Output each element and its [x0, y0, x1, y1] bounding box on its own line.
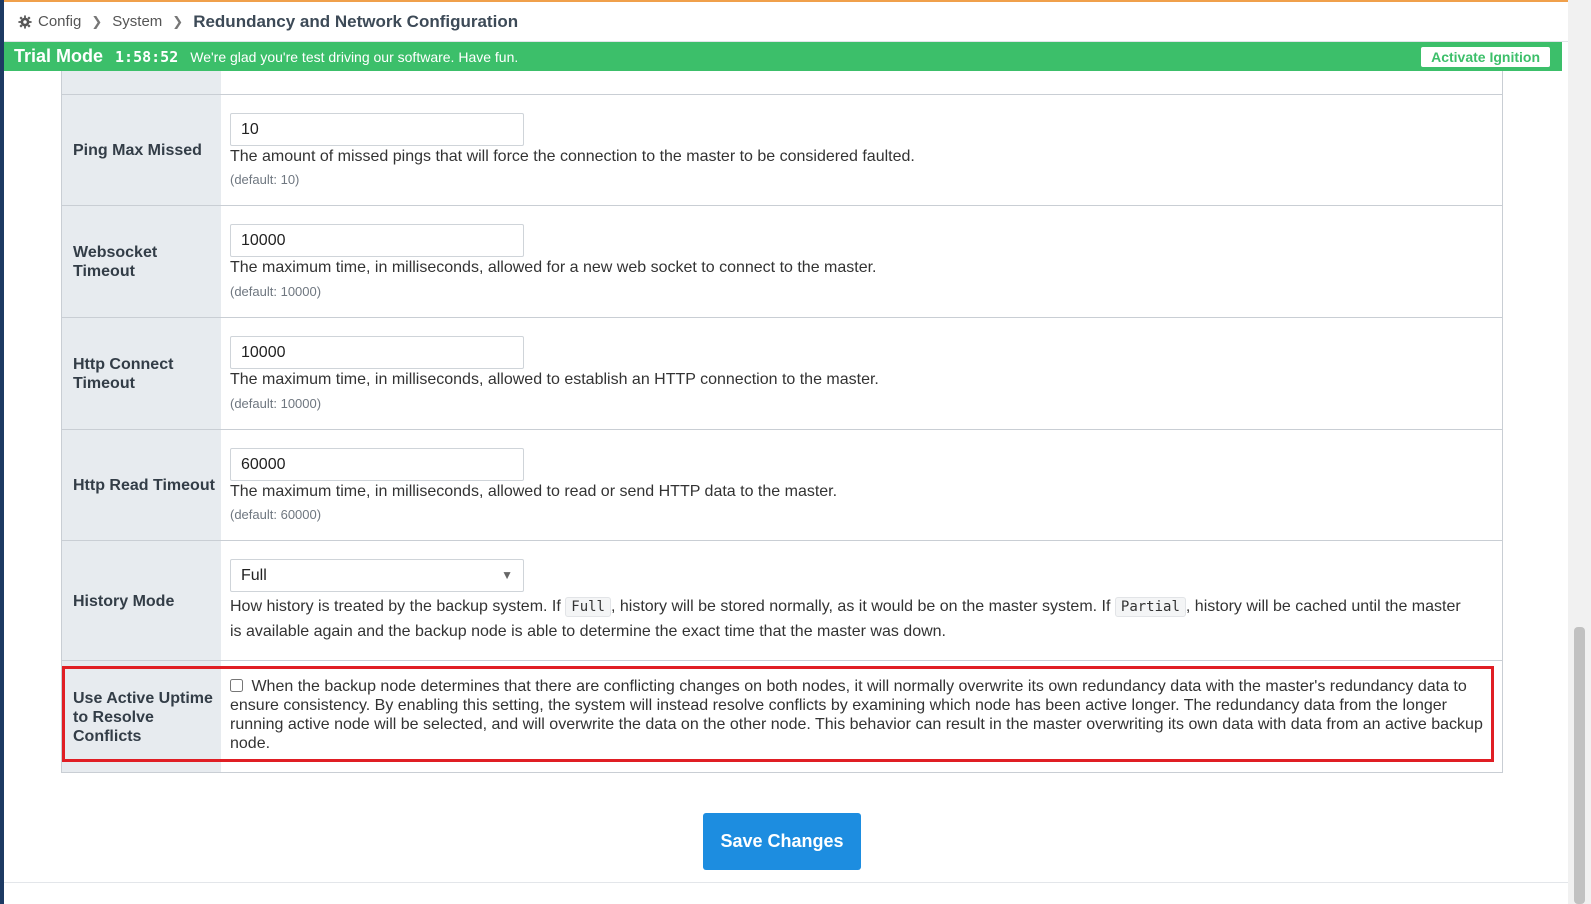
trial-message: We're glad you're test driving our softw… — [190, 48, 519, 65]
breadcrumb: Config ❯ System ❯ Redundancy and Network… — [4, 2, 1568, 42]
form-label-cell — [62, 71, 221, 95]
footer-divider — [4, 882, 1568, 883]
field-description: The amount of missed pings that will for… — [230, 148, 915, 165]
field-description: The maximum time, in milliseconds, allow… — [230, 259, 877, 276]
save-changes-button[interactable]: Save Changes — [703, 813, 861, 870]
trial-mode-label: Trial Mode — [14, 46, 104, 66]
settings-form-table: Ping Max Missed 10 The amount of missed … — [61, 71, 1503, 773]
field-description: When the backup node determines that the… — [230, 678, 1483, 752]
scrollbar-thumb[interactable] — [1574, 627, 1585, 904]
field-label: Websocket Timeout — [62, 206, 221, 318]
history-mode-select[interactable]: Full ▼ — [230, 559, 524, 592]
field-default: (default: 10) — [230, 172, 300, 187]
code-full: Full — [565, 597, 611, 617]
form-row-websocket-timeout: Websocket Timeout 10000 The maximum time… — [62, 205, 1502, 318]
field-label: Ping Max Missed — [62, 95, 221, 206]
chevron-right-icon: ❯ — [91, 13, 103, 29]
left-sidebar-edge — [0, 0, 4, 904]
trial-banner: Trial Mode 1:58:52 We're glad you're tes… — [4, 42, 1562, 71]
field-label: Http Read Timeout — [62, 430, 221, 541]
field-label: Http Connect Timeout — [62, 318, 221, 430]
field-description-line2: is available again and the backup node i… — [230, 623, 946, 640]
dropdown-arrow-icon: ▼ — [501, 568, 513, 582]
trial-timer: 1:58:52 — [115, 47, 179, 66]
form-row-http-read-timeout: Http Read Timeout 60000 The maximum time… — [62, 429, 1502, 541]
code-partial: Partial — [1114, 597, 1186, 617]
history-mode-selected-value: Full — [241, 567, 267, 584]
page-title: Redundancy and Network Configuration — [193, 11, 519, 31]
websocket-timeout-input[interactable]: 10000 — [230, 224, 524, 257]
activate-ignition-button[interactable]: Activate Ignition — [1421, 47, 1550, 67]
field-description: The maximum time, in milliseconds, allow… — [230, 483, 838, 500]
form-row-ping-max-missed: Ping Max Missed 10 The amount of missed … — [62, 94, 1502, 206]
gear-icon — [18, 14, 32, 29]
chevron-right-icon: ❯ — [172, 13, 184, 29]
field-default: (default: 60000) — [230, 507, 322, 522]
field-label: History Mode — [62, 541, 221, 661]
http-read-timeout-input[interactable]: 60000 — [230, 448, 524, 481]
breadcrumb-config-link[interactable]: Config — [38, 13, 81, 30]
field-description: How history is treated by the backup sys… — [230, 597, 1461, 617]
ping-max-missed-input[interactable]: 10 — [230, 113, 524, 146]
form-row-previous — [62, 71, 1502, 95]
field-default: (default: 10000) — [230, 284, 322, 299]
http-connect-timeout-input[interactable]: 10000 — [230, 336, 524, 369]
form-row-http-connect-timeout: Http Connect Timeout 10000 The maximum t… — [62, 317, 1502, 430]
field-description: The maximum time, in milliseconds, allow… — [230, 371, 879, 388]
breadcrumb-system-link[interactable]: System — [112, 13, 162, 30]
use-active-uptime-checkbox[interactable] — [230, 679, 243, 692]
form-row-use-active-uptime: Use Active Uptime to Resolve Conflicts W… — [62, 660, 1502, 772]
field-label: Use Active Uptime to Resolve Conflicts — [62, 661, 221, 772]
form-row-history-mode: History Mode Full ▼ How history is treat… — [62, 540, 1502, 661]
field-default: (default: 10000) — [230, 396, 322, 411]
